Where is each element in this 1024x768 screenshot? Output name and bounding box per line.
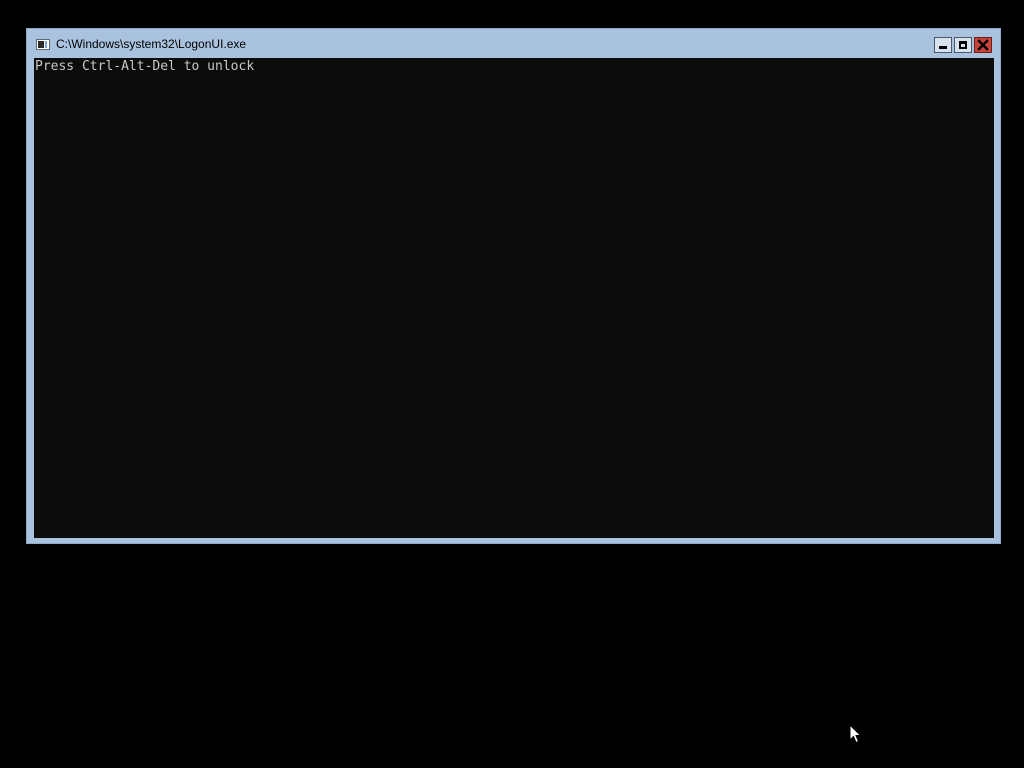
maximize-icon [959, 41, 967, 49]
title-bar[interactable]: C:\Windows\system32\LogonUI.exe [27, 29, 1000, 58]
desktop: C:\Windows\system32\LogonUI.exe Press Ct… [0, 0, 1024, 768]
mouse-pointer-icon [849, 724, 861, 744]
console-window[interactable]: C:\Windows\system32\LogonUI.exe Press Ct… [26, 28, 1001, 544]
console-window-icon[interactable] [36, 39, 50, 50]
close-icon [977, 39, 989, 51]
maximize-button[interactable] [954, 37, 972, 53]
close-button[interactable] [974, 37, 992, 53]
console-output-area[interactable]: Press Ctrl-Alt-Del to unlock [34, 58, 994, 538]
minimize-button[interactable] [934, 37, 952, 53]
minimize-icon [939, 46, 947, 49]
console-line-unlock-prompt: Press Ctrl-Alt-Del to unlock [35, 59, 255, 74]
window-title: C:\Windows\system32\LogonUI.exe [56, 37, 247, 51]
